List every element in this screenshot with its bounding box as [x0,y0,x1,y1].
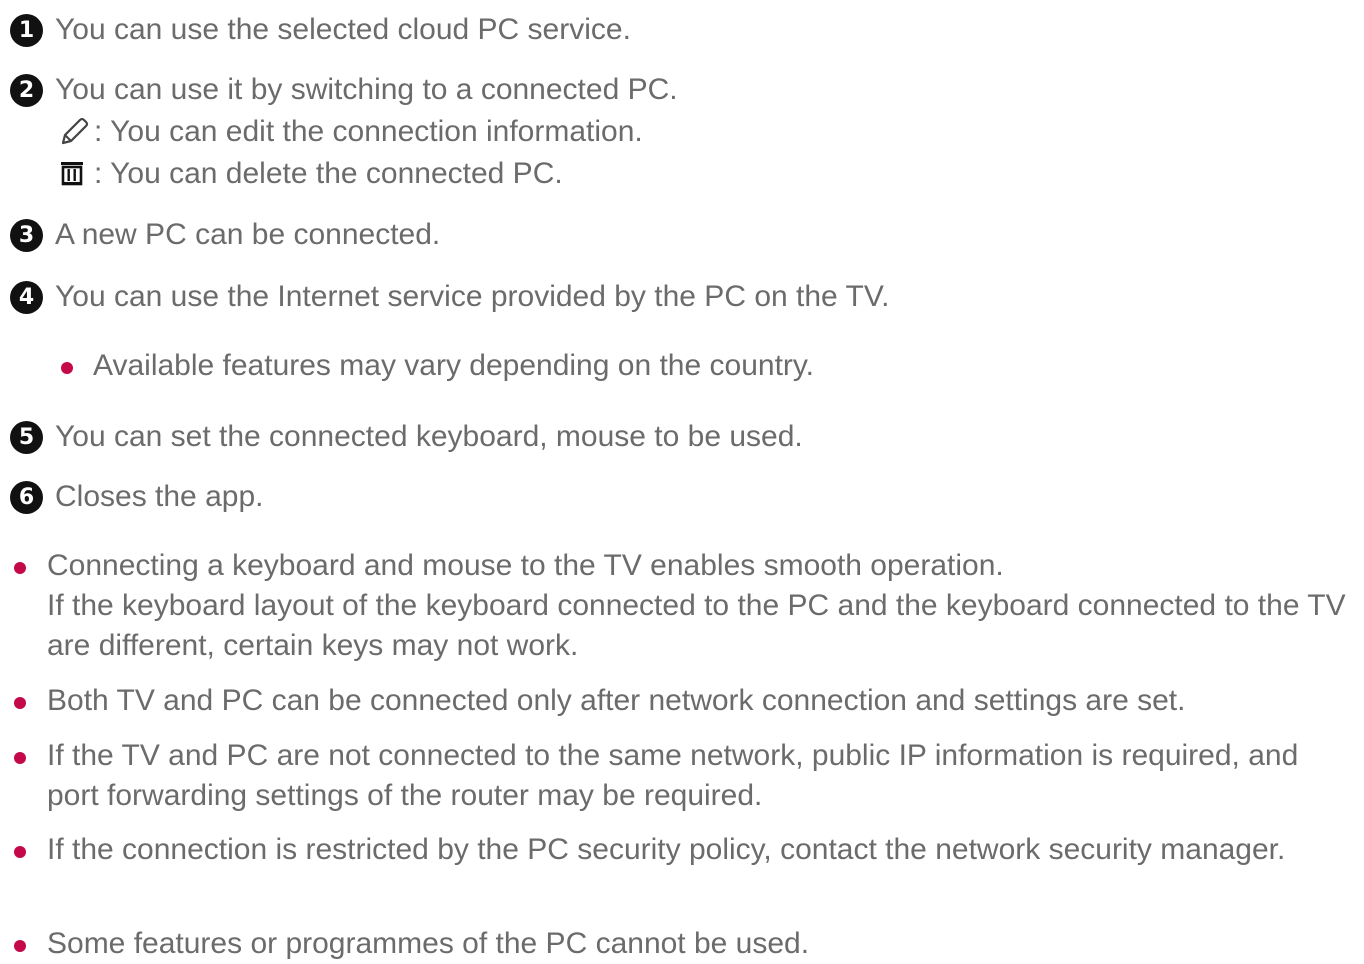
list-item-1: 1 You can use the selected cloud PC serv… [10,10,631,50]
number-badge-1: 1 [10,13,43,47]
list-item-5: 5 You can set the connected keyboard, mo… [10,417,803,457]
pencil-icon [56,114,92,150]
edit-description: : You can edit the connection informatio… [56,112,643,152]
list-item-3: 3 A new PC can be connected. [10,215,440,255]
trash-icon [56,156,92,192]
item-3-text: A new PC can be connected. [55,218,441,251]
note-keyboard-mouse: Connecting a keyboard and mouse to the T… [47,546,1357,666]
number-badge-2: 2 [10,73,43,107]
item-2-text: You can use it by switching to a connect… [55,73,678,106]
bullet-dot [14,940,26,952]
note-1-line-2: If the keyboard layout of the keyboard c… [47,589,1346,662]
number-badge-6: 6 [10,480,43,514]
note-network-connection: Both TV and PC can be connected only aft… [47,684,1186,717]
bullet-dot [14,562,26,574]
delete-description-text: : You can delete the connected PC. [94,157,563,190]
list-item-2: 2 You can use it by switching to a conne… [10,70,678,110]
delete-description: : You can delete the connected PC. [56,154,563,194]
bullet-dot [14,697,26,709]
item-4-note: Available features may vary depending on… [93,349,814,382]
bullet-dot [61,362,73,374]
list-item-4: 4 You can use the Internet service provi… [10,277,889,317]
note-1-line-1: Connecting a keyboard and mouse to the T… [47,549,1004,582]
item-1-text: You can use the selected cloud PC servic… [55,13,631,46]
number-badge-3: 3 [10,218,43,252]
item-5-text: You can set the connected keyboard, mous… [55,420,803,453]
bullet-dot [14,846,26,858]
list-item-6: 6 Closes the app. [10,477,263,517]
number-badge-4: 4 [10,280,43,314]
item-4-text: You can use the Internet service provide… [55,280,890,313]
note-public-ip: If the TV and PC are not connected to th… [47,739,1299,812]
number-badge-5: 5 [10,420,43,454]
bullet-dot [14,752,26,764]
edit-description-text: : You can edit the connection informatio… [94,115,643,148]
item-6-text: Closes the app. [55,480,264,513]
note-security-policy: If the connection is restricted by the P… [47,833,1286,866]
note-features-limited: Some features or programmes of the PC ca… [47,927,810,960]
